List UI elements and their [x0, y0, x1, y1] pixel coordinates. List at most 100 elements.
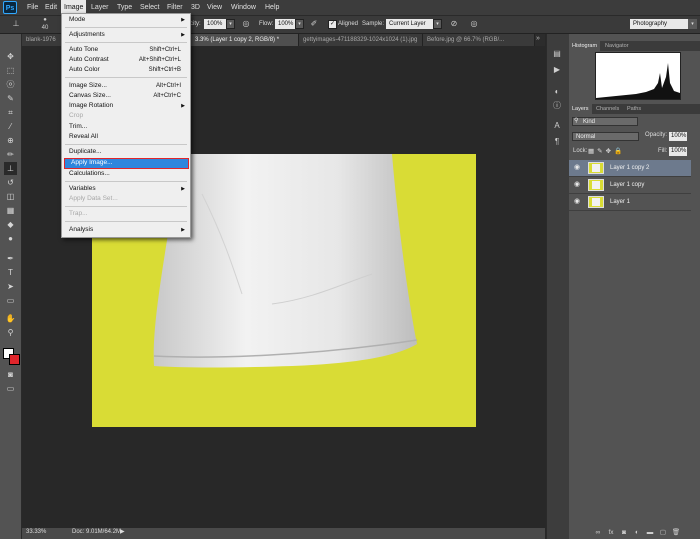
- dodge-tool-icon[interactable]: ●: [4, 232, 17, 245]
- link-layers-icon[interactable]: ∞: [593, 528, 603, 538]
- tab-histogram[interactable]: Histogram: [569, 41, 601, 51]
- blend-mode-select[interactable]: Normal: [572, 132, 639, 141]
- healing-brush-tool-icon[interactable]: ⊕: [4, 134, 17, 147]
- new-group-icon[interactable]: ▬: [645, 528, 655, 538]
- tab-before[interactable]: Before.jpg @ 66.7% (RGB/...: [423, 34, 535, 46]
- tab-active-document[interactable]: 3.3% (Layer 1 copy 2, RGB/8) *: [191, 34, 299, 46]
- visibility-eye-icon[interactable]: ◉: [574, 180, 580, 188]
- info-panel-icon[interactable]: ⓘ: [551, 100, 563, 112]
- pen-tool-icon[interactable]: ✒: [4, 252, 17, 265]
- menu-view[interactable]: View: [204, 0, 225, 15]
- adjustments-panel-icon[interactable]: ◐: [551, 86, 563, 98]
- menu-item-auto-contrast[interactable]: Auto Contrast Alt+Shift+Ctrl+L: [69, 55, 187, 65]
- menu-item-reveal-all[interactable]: Reveal All: [69, 132, 187, 142]
- menu-item-canvas-size[interactable]: Canvas Size... Alt+Ctrl+C: [69, 91, 187, 101]
- path-selection-tool-icon[interactable]: ➤: [4, 280, 17, 293]
- eraser-tool-icon[interactable]: ◫: [4, 190, 17, 203]
- lock-options-icons[interactable]: ▦✎✥🔒: [588, 147, 625, 155]
- marquee-tool-icon[interactable]: ⬚: [4, 64, 17, 77]
- quick-select-tool-icon[interactable]: ✎: [4, 92, 17, 105]
- sample-dropdown[interactable]: ▾: [433, 19, 442, 29]
- status-menu-arrow-icon[interactable]: ▶: [120, 528, 125, 535]
- tab-gettyimages[interactable]: gettyimages-471188329-1024x1024 (1).jpg: [299, 34, 423, 46]
- tab-navigator[interactable]: Navigator: [602, 41, 632, 51]
- opacity-input[interactable]: 100%: [204, 19, 226, 29]
- menu-item-calculations[interactable]: Calculations...: [69, 169, 187, 179]
- tab-channels[interactable]: Channels: [593, 104, 622, 114]
- move-tool-icon[interactable]: ✥: [4, 50, 17, 63]
- fill-input[interactable]: 100%: [669, 147, 687, 156]
- clone-stamp-icon[interactable]: ⊥: [10, 18, 22, 30]
- history-panel-icon[interactable]: ▤: [551, 48, 563, 60]
- crop-tool-icon[interactable]: ⌗: [4, 106, 17, 119]
- visibility-eye-icon[interactable]: ◉: [574, 197, 580, 205]
- visibility-eye-icon[interactable]: ◉: [574, 163, 580, 171]
- menu-help[interactable]: Help: [262, 0, 282, 15]
- menu-item-image-rotation[interactable]: Image Rotation ▶: [69, 101, 187, 111]
- character-panel-icon[interactable]: A: [551, 120, 563, 132]
- eyedropper-tool-icon[interactable]: ⁄: [4, 120, 17, 133]
- brush-preset-picker[interactable]: ● 40: [38, 16, 52, 32]
- menu-item-auto-tone[interactable]: Auto Tone Shift+Ctrl+L: [69, 45, 187, 55]
- layer-row[interactable]: ◉ Layer 1 copy: [569, 177, 691, 194]
- flow-input[interactable]: 100%: [275, 19, 295, 29]
- layer-opacity-input[interactable]: 100%: [669, 132, 687, 141]
- new-layer-icon[interactable]: ▢: [658, 528, 668, 538]
- menu-edit[interactable]: Edit: [42, 0, 60, 15]
- fill-label: Fill:: [658, 148, 668, 154]
- aligned-checkbox[interactable]: ✓: [328, 20, 337, 29]
- brush-tool-icon[interactable]: ✏: [4, 148, 17, 161]
- hand-tool-icon[interactable]: ✋: [4, 312, 17, 325]
- pressure-opacity-icon[interactable]: ◎: [240, 18, 252, 30]
- flow-dropdown[interactable]: ▾: [295, 19, 304, 29]
- ignore-adjustment-layers-icon[interactable]: ⊘: [448, 18, 460, 30]
- blur-tool-icon[interactable]: ◆: [4, 218, 17, 231]
- paragraph-panel-icon[interactable]: ¶: [551, 136, 563, 148]
- menu-item-analysis[interactable]: Analysis ▶: [69, 225, 187, 235]
- sample-label: Sample:: [362, 21, 385, 27]
- shape-tool-icon[interactable]: ▭: [4, 294, 17, 307]
- quick-mask-icon[interactable]: ◙: [4, 368, 17, 381]
- layer-filter-select[interactable]: Kind: [572, 117, 638, 126]
- menu-item-adjustments[interactable]: Adjustments ▶: [69, 30, 187, 40]
- adjustment-layer-icon[interactable]: ◐: [632, 528, 642, 538]
- menu-separator: [65, 42, 187, 43]
- menu-item-apply-image[interactable]: Apply Image...: [64, 158, 189, 169]
- tab-layers[interactable]: Layers: [569, 104, 592, 114]
- menu-item-image-size[interactable]: Image Size... Alt+Ctrl+I: [69, 81, 187, 91]
- menu-item-duplicate[interactable]: Duplicate...: [69, 147, 187, 157]
- clone-stamp-tool-icon[interactable]: ⊥: [4, 162, 17, 175]
- opacity-dropdown[interactable]: ▾: [226, 19, 235, 29]
- type-tool-icon[interactable]: T: [4, 266, 17, 279]
- submenu-arrow-icon: ▶: [181, 32, 185, 38]
- screen-mode-icon[interactable]: ▭: [4, 382, 17, 395]
- tab-overflow-icon[interactable]: »: [536, 35, 540, 42]
- actions-panel-icon[interactable]: ▶: [551, 64, 563, 76]
- layer-thumbnail: [588, 162, 604, 174]
- zoom-tool-icon[interactable]: ⚲: [4, 326, 17, 339]
- menu-item-trim[interactable]: Trim...: [69, 122, 187, 132]
- layer-row[interactable]: ◉ Layer 1 copy 2: [569, 160, 691, 177]
- menu-item-mode[interactable]: Mode ▶: [69, 15, 187, 25]
- gradient-tool-icon[interactable]: ▦: [4, 204, 17, 217]
- layer-row[interactable]: ◉ Layer 1: [569, 194, 691, 211]
- pressure-size-icon[interactable]: ◎: [468, 18, 480, 30]
- add-mask-icon[interactable]: ◙: [619, 528, 629, 538]
- tab-blank-1976[interactable]: blank-1976: [22, 34, 62, 46]
- airbrush-icon[interactable]: ✐: [308, 18, 320, 30]
- history-brush-tool-icon[interactable]: ↺: [4, 176, 17, 189]
- workspace-switcher[interactable]: Photography: [630, 19, 688, 29]
- lasso-tool-icon[interactable]: ⓞ: [4, 78, 17, 91]
- menu-separator: [65, 144, 187, 145]
- sample-select[interactable]: Current Layer: [386, 19, 433, 29]
- menu-file[interactable]: File: [24, 0, 41, 15]
- menu-item-variables[interactable]: Variables ▶: [69, 184, 187, 194]
- menu-item-trap: Trap...: [69, 210, 88, 217]
- menu-item-auto-color[interactable]: Auto Color Shift+Ctrl+B: [69, 65, 187, 75]
- layer-style-icon[interactable]: fx: [606, 528, 616, 538]
- menu-window[interactable]: Window: [228, 0, 259, 15]
- background-color-swatch[interactable]: [9, 354, 20, 365]
- tab-paths[interactable]: Paths: [624, 104, 644, 114]
- trash-icon[interactable]: 🗑: [671, 528, 681, 538]
- workspace-dropdown[interactable]: ▾: [688, 19, 697, 29]
